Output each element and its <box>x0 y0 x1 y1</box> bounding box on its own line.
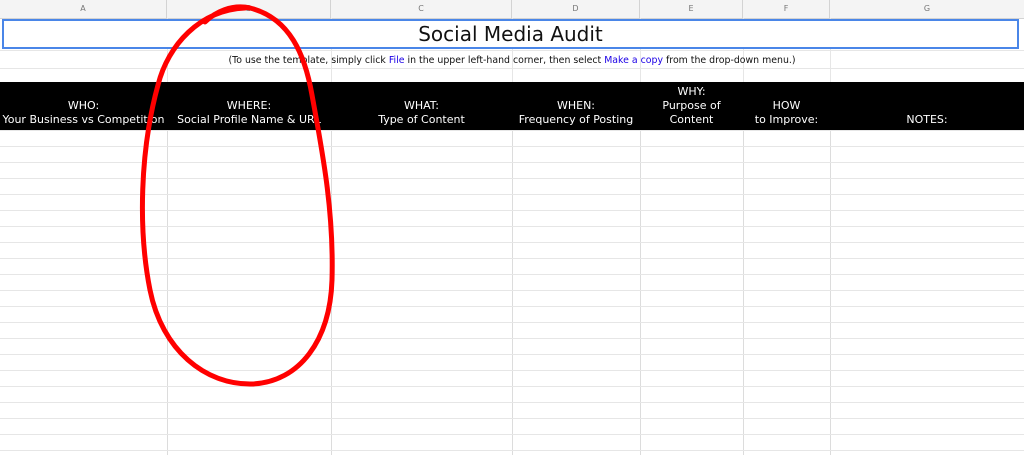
grid-line <box>0 354 1024 355</box>
sheet-title-cell[interactable]: Social Media Audit <box>2 19 1019 49</box>
grid-line <box>0 418 1024 419</box>
instructions-prefix: (To use the template, simply click <box>228 55 389 66</box>
grid-line <box>0 242 1024 243</box>
grid-line <box>0 194 1024 195</box>
instructions-suffix: from the drop-down menu.) <box>663 55 796 66</box>
header-notes-label: NOTES: <box>906 113 948 126</box>
cell-grid[interactable] <box>0 130 1024 455</box>
column-header-f[interactable]: F <box>743 0 830 18</box>
header-who-line1: WHO: <box>67 99 100 112</box>
grid-line <box>0 210 1024 211</box>
header-when-line2: Frequency of Posting <box>518 113 634 126</box>
grid-line <box>0 322 1024 323</box>
grid-line <box>0 274 1024 275</box>
column-header-g[interactable]: G <box>830 0 1024 18</box>
header-what-line2: Type of Content <box>378 113 465 126</box>
grid-line <box>0 434 1024 435</box>
header-what-line1: WHAT: <box>403 99 440 112</box>
column-header-bar: A B C D E F G <box>0 0 1024 19</box>
grid-line <box>0 178 1024 179</box>
grid-line <box>0 402 1024 403</box>
header-what[interactable]: WHAT: Type of Content <box>331 82 512 130</box>
column-header-d[interactable]: D <box>512 0 640 18</box>
header-when-line1: WHEN: <box>556 99 596 112</box>
header-why-line3: Content <box>669 113 714 126</box>
grid-line <box>0 370 1024 371</box>
grid-line <box>0 258 1024 259</box>
header-where-line1: WHERE: <box>226 99 272 112</box>
header-when[interactable]: WHEN: Frequency of Posting <box>512 82 640 130</box>
grid-line <box>0 450 1024 451</box>
header-why-line1: WHY: <box>677 85 706 98</box>
instructions-text[interactable]: (To use the template, simply click File … <box>0 54 1024 68</box>
header-why[interactable]: WHY: Purpose of Content <box>640 82 743 130</box>
header-how[interactable]: HOW to Improve: <box>743 82 830 130</box>
header-why-line2: Purpose of <box>662 99 721 112</box>
header-how-line1: HOW <box>772 99 801 112</box>
header-who-line2: Your Business vs Competition <box>2 113 165 126</box>
grid-line <box>0 50 1024 51</box>
file-link: File <box>388 55 405 66</box>
grid-line <box>0 306 1024 307</box>
make-a-copy-link: Make a copy <box>604 55 664 66</box>
grid-line <box>0 338 1024 339</box>
instructions-middle: in the upper left-hand corner, then sele… <box>404 55 605 66</box>
grid-line <box>0 290 1024 291</box>
grid-line <box>0 68 1024 69</box>
grid-line <box>0 146 1024 147</box>
header-how-line2: to Improve: <box>754 113 819 126</box>
column-header-c[interactable]: C <box>331 0 512 18</box>
header-who[interactable]: WHO: Your Business vs Competition <box>0 82 167 130</box>
grid-line <box>0 226 1024 227</box>
column-header-b[interactable]: B <box>167 0 331 18</box>
column-header-e[interactable]: E <box>640 0 743 18</box>
header-where-line2: Social Profile Name & URL <box>177 113 321 126</box>
grid-line <box>0 162 1024 163</box>
grid-line <box>0 386 1024 387</box>
grid-line <box>0 130 1024 131</box>
column-header-a[interactable]: A <box>0 0 167 18</box>
spreadsheet: A B C D E F G Social Media Audit (To use… <box>0 0 1024 455</box>
header-notes[interactable]: NOTES: <box>830 82 1024 130</box>
header-where[interactable]: WHERE: Social Profile Name & URL <box>167 82 331 130</box>
